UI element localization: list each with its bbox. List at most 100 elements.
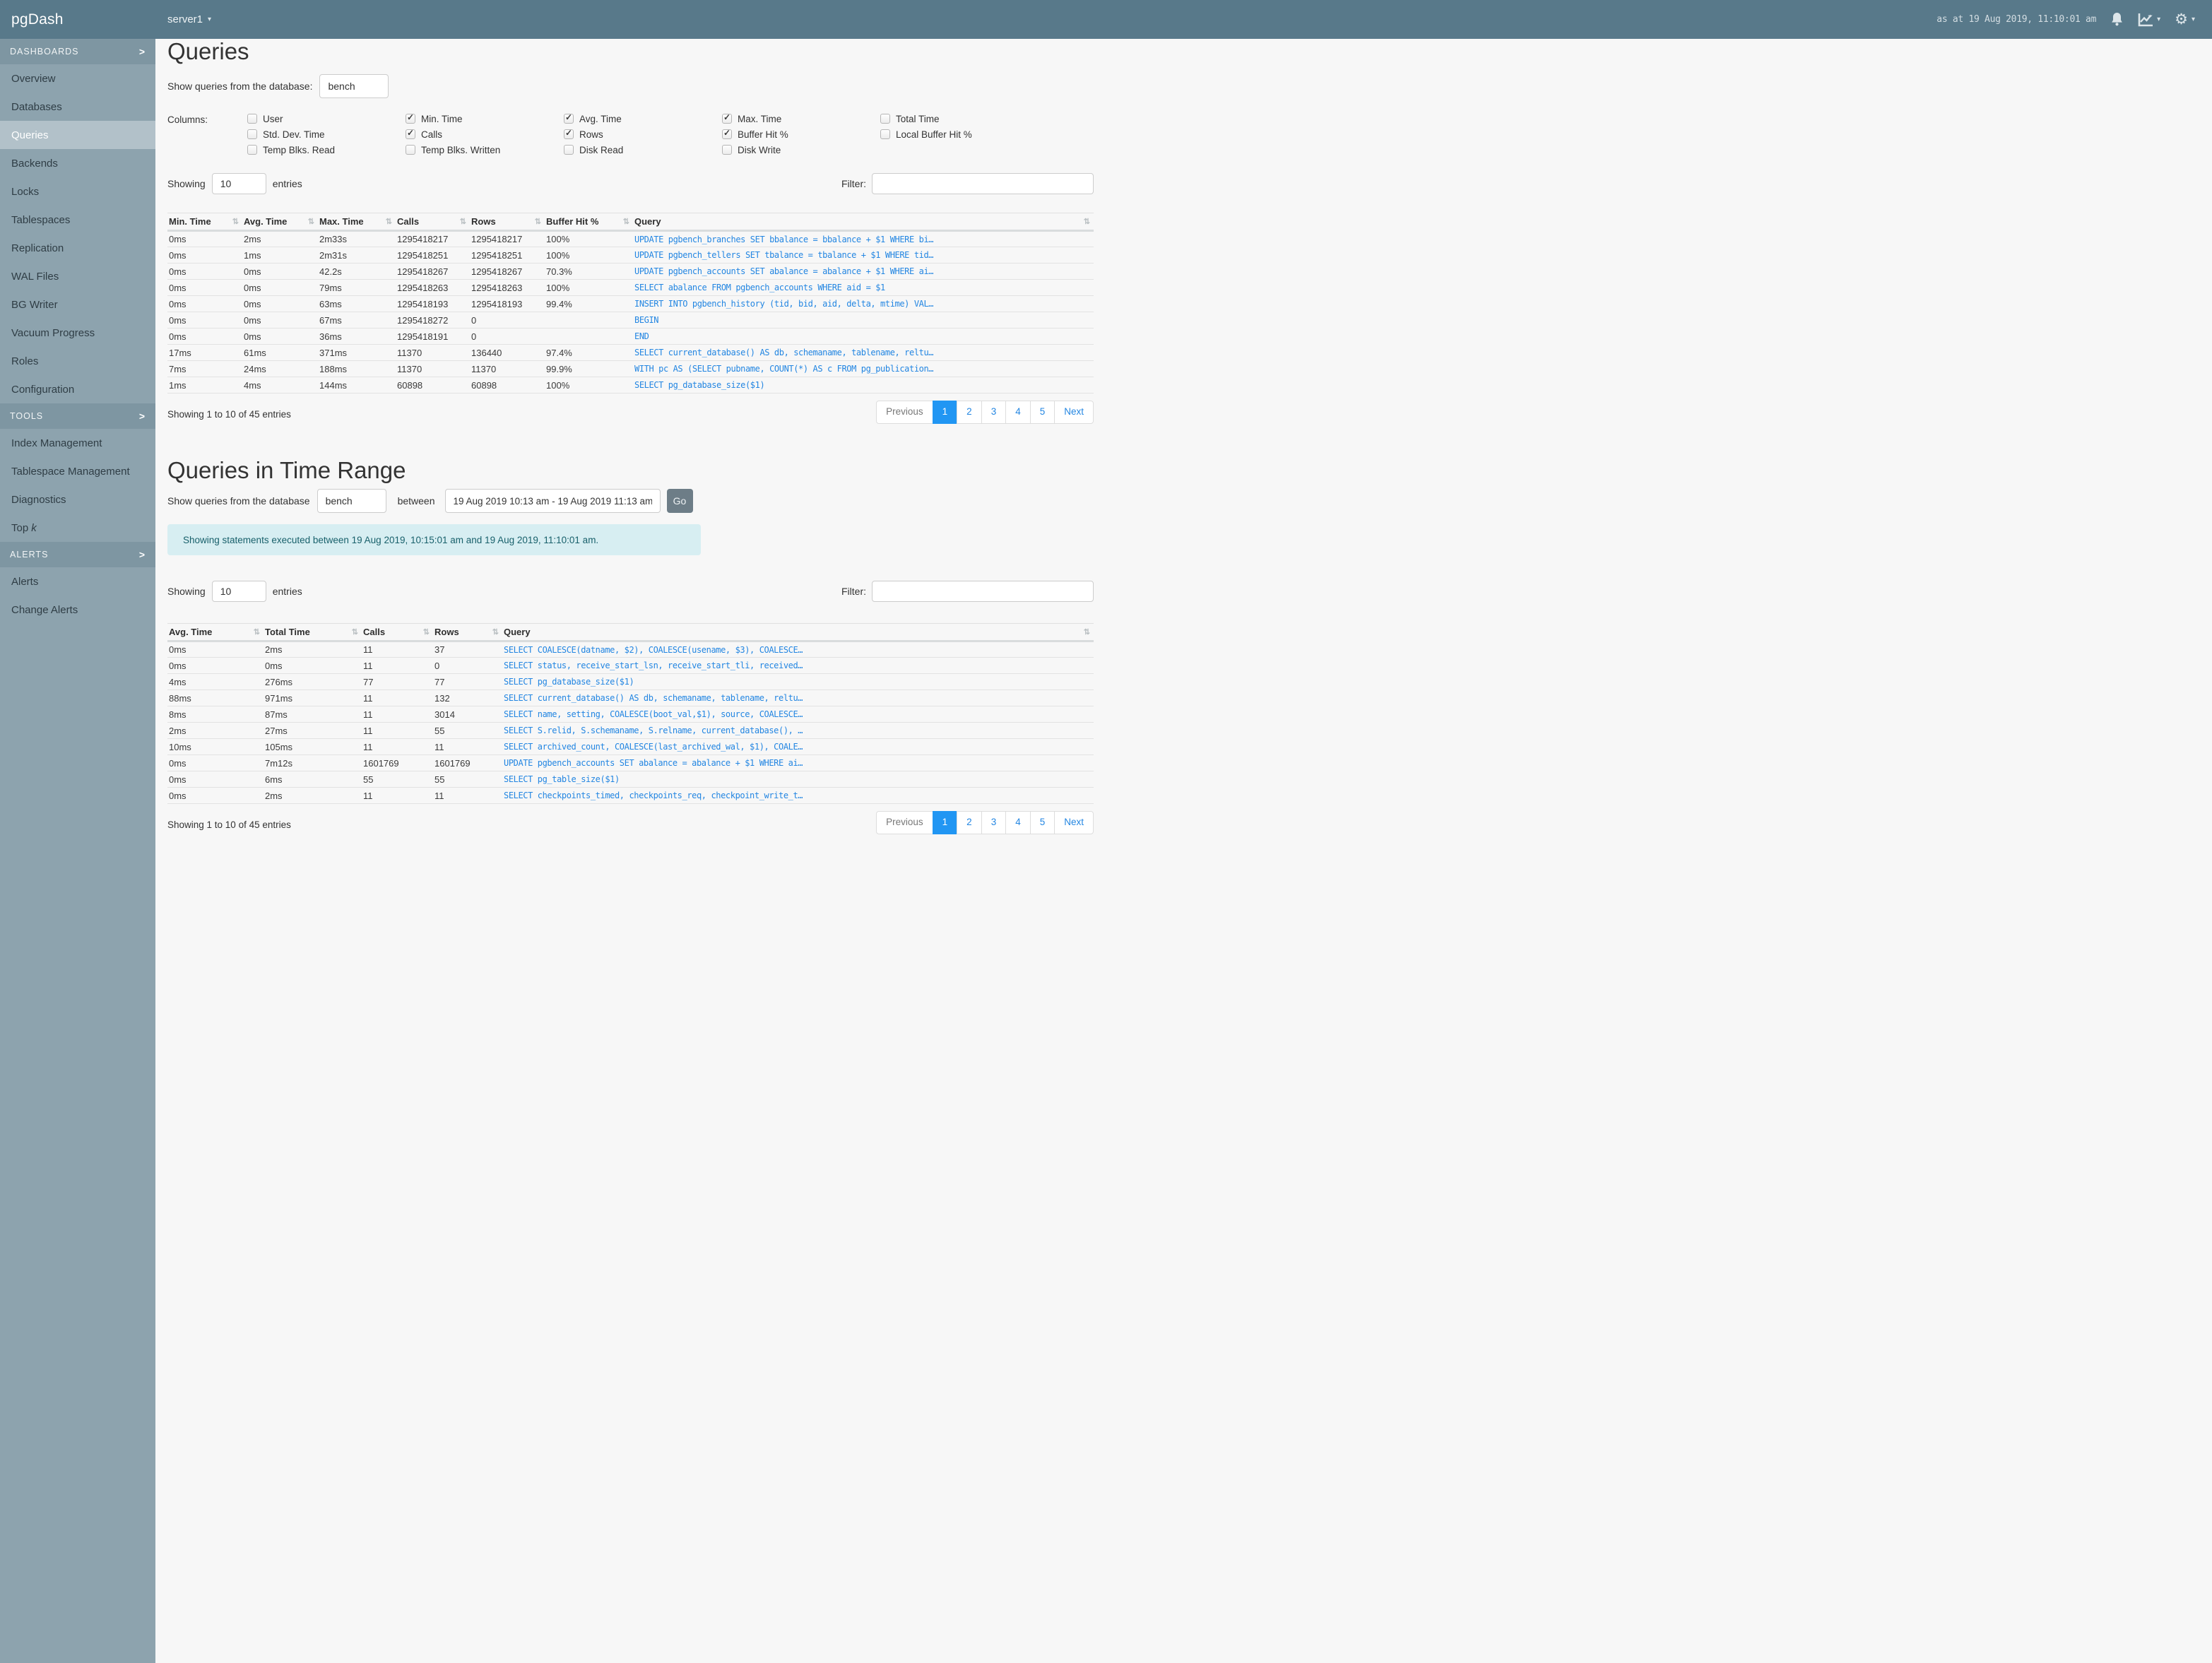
sort-icon: ⇅ [459,218,466,227]
query-link[interactable]: SELECT checkpoints_timed, checkpoints_re… [504,791,1089,800]
column-checkbox-min-time[interactable]: Min. Time [406,112,564,124]
column-checkbox-std-dev-time[interactable]: Std. Dev. Time [247,129,406,140]
pagination-previous-button[interactable]: Previous [876,811,933,835]
pagination-page-3[interactable]: 3 [981,401,1007,425]
column-header-max-time[interactable]: Max. Time ⇅ [318,213,396,232]
sidebar-section-alerts[interactable]: ALERTS > [0,542,155,567]
server-selector[interactable]: server1 ▾ [167,13,211,25]
pagination-page-1[interactable]: 1 [932,811,958,835]
pagination-page-2[interactable]: 2 [957,401,982,425]
query-link[interactable]: BEGIN [634,315,1089,325]
sidebar-item-change-alerts[interactable]: Change Alerts [0,596,155,624]
settings-menu-button[interactable]: ⚙ ▾ [2175,12,2195,27]
column-header-buffer-hit[interactable]: Buffer Hit % ⇅ [545,213,633,232]
query-link[interactable]: UPDATE pgbench_accounts SET abalance = a… [504,758,1089,768]
page-size-input-2[interactable] [211,581,266,603]
sidebar-item-locks[interactable]: Locks [0,177,155,206]
column-header-avg-time[interactable]: Avg. Time ⇅ [242,213,318,232]
column-header-rows[interactable]: Rows ⇅ [433,623,502,643]
pagination-page-4[interactable]: 4 [1005,401,1031,425]
column-header-query[interactable]: Query ⇅ [502,623,1094,643]
filter-input-2[interactable] [872,581,1094,603]
pagination-page-5[interactable]: 5 [1029,811,1055,835]
sidebar-item-wal-files[interactable]: WAL Files [0,262,155,290]
query-link[interactable]: SELECT current_database() AS db, scheman… [504,693,1089,703]
column-checkbox-calls[interactable]: Calls [406,128,564,140]
query-link[interactable]: INSERT INTO pgbench_history (tid, bid, a… [634,299,1089,309]
query-link[interactable]: UPDATE pgbench_branches SET bbalance = b… [634,235,1089,244]
query-link[interactable]: SELECT name, setting, COALESCE(boot_val,… [504,709,1089,719]
column-checkbox-temp-blks-read[interactable]: Temp Blks. Read [247,145,406,155]
charts-menu-button[interactable]: ▾ [2138,13,2160,27]
column-checkbox-user[interactable]: User [247,114,406,124]
column-checkbox-total-time[interactable]: Total Time [880,114,1039,124]
go-button[interactable]: Go [666,489,693,514]
column-checkbox-temp-blks-written[interactable]: Temp Blks. Written [406,145,564,155]
query-link[interactable]: SELECT abalance FROM pgbench_accounts WH… [634,283,1089,292]
notifications-button[interactable] [2110,12,2124,27]
sidebar-item-top-k[interactable]: Top k [0,514,155,542]
sidebar-item-diagnostics[interactable]: Diagnostics [0,485,155,514]
column-checkbox-disk-read[interactable]: Disk Read [564,145,722,155]
query-link[interactable]: UPDATE pgbench_accounts SET abalance = a… [634,266,1089,276]
column-header-label: Avg. Time [244,216,288,227]
sidebar-section-dashboards[interactable]: DASHBOARDS > [0,39,155,64]
pagination-previous-button[interactable]: Previous [876,401,933,425]
sidebar-item-tablespaces[interactable]: Tablespaces [0,206,155,234]
query-link[interactable]: SELECT COALESCE(datname, $2), COALESCE(u… [504,645,1089,655]
column-header-calls[interactable]: Calls ⇅ [362,623,433,643]
query-link[interactable]: END [634,331,1089,341]
query-cell: SELECT checkpoints_timed, checkpoints_re… [502,787,1094,805]
sidebar-item-replication[interactable]: Replication [0,234,155,262]
column-checkbox-buffer-hit[interactable]: Buffer Hit % [722,128,880,140]
pagination-page-5[interactable]: 5 [1029,401,1055,425]
sidebar-item-roles[interactable]: Roles [0,347,155,375]
pagination-page-2[interactable]: 2 [957,811,982,835]
database-select[interactable] [319,74,389,99]
column-header-min-time[interactable]: Min. Time ⇅ [167,213,242,232]
column-header-query[interactable]: Query ⇅ [633,213,1094,232]
query-link[interactable]: SELECT pg_database_size($1) [634,380,1089,390]
column-checkbox-avg-time[interactable]: Avg. Time [564,112,722,124]
sidebar-item-tablespace-management[interactable]: Tablespace Management [0,457,155,485]
sidebar-item-overview[interactable]: Overview [0,64,155,93]
column-checkbox-disk-write[interactable]: Disk Write [722,145,880,155]
sidebar-item-alerts[interactable]: Alerts [0,567,155,596]
column-checkbox-rows[interactable]: Rows [564,128,722,140]
pagination-next-button[interactable]: Next [1054,401,1094,425]
checkbox-unchecked-icon [564,145,574,155]
pagination-page-3[interactable]: 3 [981,811,1007,835]
sidebar-item-backends[interactable]: Backends [0,149,155,177]
sidebar-item-queries[interactable]: Queries [0,121,155,149]
time-range-input[interactable] [444,489,661,514]
query-link[interactable]: UPDATE pgbench_tellers SET tbalance = tb… [634,250,1089,260]
page-size-input[interactable] [211,173,266,195]
query-link[interactable]: WITH pc AS (SELECT pubname, COUNT(*) AS … [634,364,1089,374]
query-link[interactable]: SELECT pg_table_size($1) [504,774,1089,784]
database-select-2[interactable] [317,489,386,514]
column-header-calls[interactable]: Calls ⇅ [396,213,470,232]
pagination-page-4[interactable]: 4 [1005,811,1031,835]
query-link[interactable]: SELECT status, receive_start_lsn, receiv… [504,661,1089,670]
query-link[interactable]: SELECT archived_count, COALESCE(last_arc… [504,742,1089,752]
sidebar-item-bg-writer[interactable]: BG Writer [0,290,155,319]
sidebar-item-vacuum-progress[interactable]: Vacuum Progress [0,319,155,347]
column-header-rows[interactable]: Rows ⇅ [470,213,545,232]
sidebar-section-tools[interactable]: TOOLS > [0,403,155,429]
column-header-total-time[interactable]: Total Time ⇅ [264,623,362,643]
column-checkbox-local-buffer-hit[interactable]: Local Buffer Hit % [880,129,1039,140]
pagination-next-button[interactable]: Next [1054,811,1094,835]
column-header-label: Avg. Time [169,627,213,638]
filter-input[interactable] [872,173,1094,195]
query-link[interactable]: SELECT S.relid, S.schemaname, S.relname,… [504,726,1089,735]
pagination-page-1[interactable]: 1 [932,401,958,425]
query-cell: SELECT COALESCE(datname, $2), COALESCE(u… [502,641,1094,658]
query-link[interactable]: SELECT current_database() AS db, scheman… [634,348,1089,357]
sidebar-item-index-management[interactable]: Index Management [0,429,155,457]
column-header-avg-time[interactable]: Avg. Time ⇅ [167,623,264,643]
checkbox-checked-icon [722,128,732,140]
sidebar-item-configuration[interactable]: Configuration [0,375,155,403]
query-link[interactable]: SELECT pg_database_size($1) [504,677,1089,687]
column-checkbox-max-time[interactable]: Max. Time [722,112,880,124]
sidebar-item-databases[interactable]: Databases [0,93,155,121]
